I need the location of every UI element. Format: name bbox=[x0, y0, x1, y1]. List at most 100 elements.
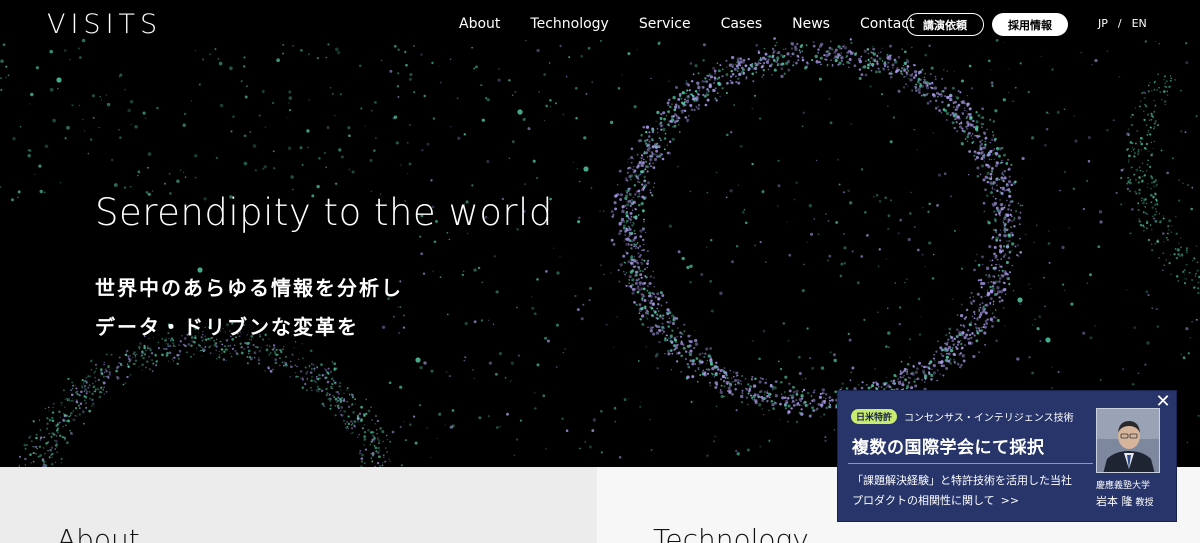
particle bbox=[737, 184, 740, 186]
particle bbox=[91, 405, 93, 407]
particle bbox=[218, 61, 223, 66]
particle bbox=[734, 378, 738, 383]
particle bbox=[36, 447, 39, 450]
particle bbox=[28, 149, 32, 153]
particle bbox=[336, 390, 339, 394]
particle bbox=[944, 347, 948, 350]
particle bbox=[671, 103, 673, 106]
nav-cases[interactable]: Cases bbox=[721, 16, 763, 32]
particle bbox=[50, 446, 54, 449]
particle bbox=[1040, 56, 1042, 58]
particle bbox=[242, 65, 246, 68]
particle bbox=[1011, 234, 1014, 237]
particle bbox=[652, 292, 655, 295]
particle bbox=[871, 65, 874, 68]
particle bbox=[837, 158, 840, 161]
particle bbox=[912, 364, 915, 367]
particle bbox=[716, 405, 718, 407]
particle bbox=[690, 108, 694, 112]
particle bbox=[693, 346, 696, 350]
particle bbox=[108, 371, 111, 374]
particle bbox=[634, 193, 637, 196]
particle bbox=[796, 54, 800, 58]
particle bbox=[889, 75, 893, 79]
particle bbox=[659, 117, 663, 120]
particle bbox=[234, 349, 237, 353]
particle bbox=[713, 376, 715, 378]
nav-news[interactable]: News bbox=[792, 16, 830, 32]
particle bbox=[353, 424, 356, 427]
particle bbox=[63, 413, 67, 417]
particle bbox=[920, 84, 925, 88]
particle bbox=[630, 247, 632, 249]
nav-service[interactable]: Service bbox=[639, 16, 691, 32]
particle bbox=[688, 339, 690, 342]
particle bbox=[684, 349, 687, 352]
particle bbox=[840, 52, 843, 54]
particle bbox=[1134, 107, 1136, 109]
particle bbox=[339, 382, 342, 385]
particle bbox=[981, 139, 983, 142]
particle bbox=[705, 246, 708, 248]
particle bbox=[913, 129, 915, 131]
particle bbox=[327, 367, 330, 370]
particle bbox=[278, 349, 280, 351]
particle bbox=[145, 366, 147, 369]
particle bbox=[363, 438, 367, 441]
particle bbox=[301, 386, 305, 389]
lecture-request-button[interactable]: 講演依頼 bbox=[906, 13, 984, 36]
particle bbox=[522, 117, 526, 121]
popup-description-line2[interactable]: プロダクトの相関性に関して >> bbox=[852, 492, 1019, 508]
particle bbox=[733, 67, 737, 71]
recruit-info-button[interactable]: 採用情報 bbox=[992, 13, 1068, 36]
particle bbox=[714, 372, 718, 377]
particle bbox=[156, 106, 159, 110]
particle bbox=[725, 196, 728, 199]
particle bbox=[980, 286, 983, 289]
popup-description-line1: 「課題解決経験」と特許技術を活用した当社 bbox=[852, 474, 1072, 487]
particle bbox=[729, 75, 733, 78]
particle bbox=[497, 78, 501, 82]
nav-about[interactable]: About bbox=[459, 16, 500, 32]
particle bbox=[667, 325, 670, 328]
particle bbox=[464, 322, 468, 326]
particle bbox=[637, 266, 640, 269]
particle bbox=[363, 462, 366, 465]
particle bbox=[822, 396, 825, 399]
particle bbox=[944, 358, 948, 363]
particle bbox=[851, 250, 854, 253]
particle bbox=[913, 64, 916, 67]
particle bbox=[961, 127, 964, 130]
particle bbox=[764, 58, 767, 61]
particle bbox=[1062, 283, 1065, 286]
lang-en-link[interactable]: EN bbox=[1132, 17, 1147, 30]
particle bbox=[69, 429, 71, 432]
announcement-popup[interactable]: ✕ 日米特許 コンセンサス・インテリジェンス技術 複数の国際学会にて採択 「課題… bbox=[837, 390, 1177, 522]
particle bbox=[911, 73, 913, 75]
nav-technology[interactable]: Technology bbox=[530, 16, 608, 32]
particle bbox=[306, 377, 309, 380]
particle bbox=[316, 375, 318, 378]
particle bbox=[253, 351, 257, 355]
particle bbox=[190, 344, 193, 347]
particle bbox=[118, 366, 120, 368]
particle bbox=[956, 314, 959, 316]
particle bbox=[360, 107, 363, 110]
particle bbox=[675, 341, 678, 344]
particle bbox=[631, 209, 634, 211]
about-panel[interactable]: About bbox=[0, 467, 597, 543]
particle bbox=[719, 389, 722, 391]
double-chevron-right-icon[interactable]: >> bbox=[1001, 494, 1019, 507]
particle bbox=[747, 392, 750, 395]
particle bbox=[966, 95, 968, 97]
particle bbox=[714, 435, 716, 438]
particle bbox=[84, 395, 88, 399]
lang-jp-link[interactable]: JP bbox=[1098, 17, 1108, 30]
particle bbox=[921, 253, 924, 256]
particle bbox=[658, 340, 661, 344]
particle bbox=[328, 393, 331, 396]
particle bbox=[104, 371, 106, 373]
particle bbox=[346, 387, 349, 390]
site-logo[interactable]: VISITS bbox=[47, 9, 162, 40]
particle bbox=[714, 87, 717, 90]
